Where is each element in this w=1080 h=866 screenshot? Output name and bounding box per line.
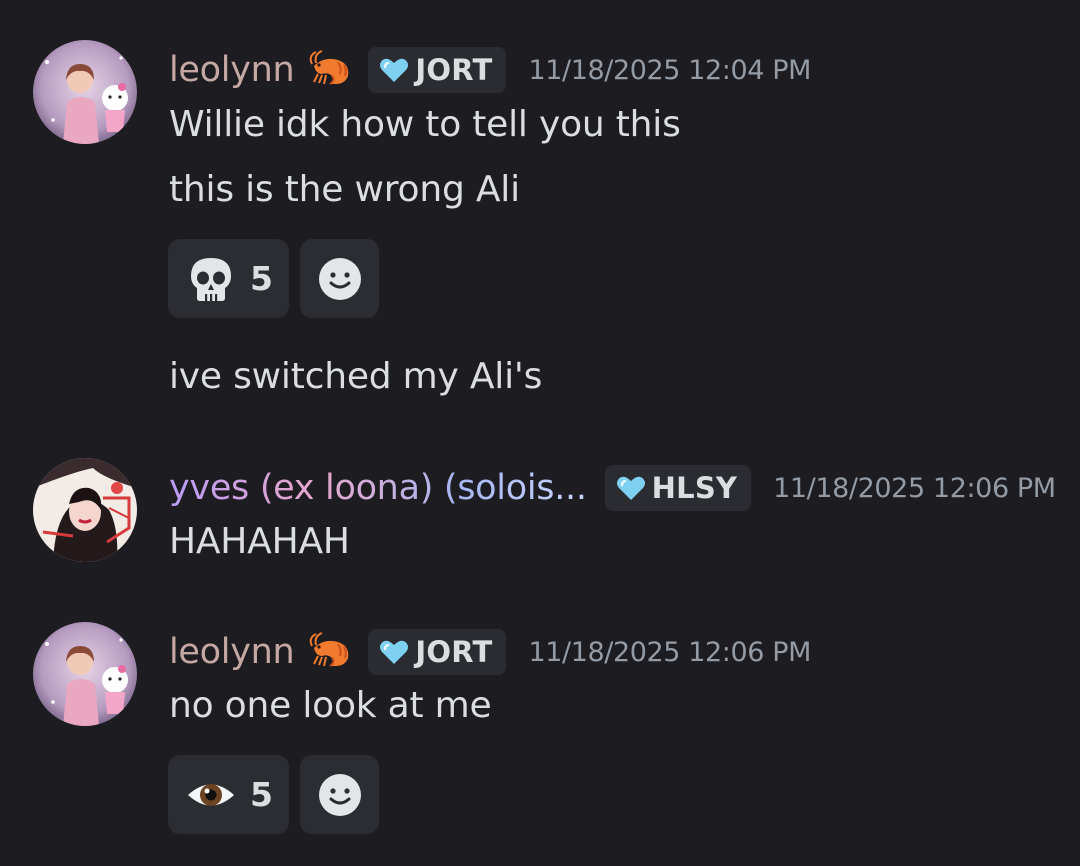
message-header: leolynn JORT 11/18/2025 12:06 PM [169,627,811,677]
timestamp: 11/18/2025 12:04 PM [528,54,812,86]
reaction-button[interactable]: 5 [168,755,289,834]
message-text: ive switched my Ali's [169,356,543,397]
shrimp-icon [310,50,349,85]
server-tag-label: JORT [415,53,493,87]
heart-icon [616,476,645,500]
server-tag[interactable]: JORT [368,47,507,93]
timestamp: 11/18/2025 12:06 PM [773,472,1056,504]
chat-message-list: leolynn JORT 11/18/2025 12:04 PM Willie … [0,0,1080,866]
server-tag[interactable]: HLSY [604,465,752,511]
smiley-icon [318,257,361,300]
message-header: yves (ex loona) (solois... HLSY 11/18/20… [169,463,1056,513]
message-text: this is the wrong Ali [169,169,520,210]
skull-emoji-icon [191,257,231,301]
reaction-count: 5 [250,259,273,298]
reaction-count: 5 [250,775,273,814]
avatar[interactable] [33,40,137,144]
shrimp-icon [310,632,349,667]
eye-emoji-icon [188,783,234,806]
server-tag-label: JORT [415,635,493,669]
server-tag-label: HLSY [651,471,738,505]
username[interactable]: leolynn [169,50,295,90]
add-reaction-button[interactable] [300,239,379,318]
message-text: no one look at me [169,685,492,726]
reaction-button[interactable]: 5 [168,239,289,318]
heart-icon [380,640,409,664]
server-tag[interactable]: JORT [368,629,507,675]
avatar[interactable] [33,458,137,562]
message-text: Willie idk how to tell you this [169,104,681,145]
heart-icon [380,58,409,82]
avatar[interactable] [33,622,137,726]
username[interactable]: yves (ex loona) (solois... [169,468,587,508]
timestamp: 11/18/2025 12:06 PM [528,636,812,668]
smiley-icon [318,773,361,816]
message-text: HAHAHAH [169,521,350,562]
add-reaction-button[interactable] [300,755,379,834]
username[interactable]: leolynn [169,632,295,672]
message-header: leolynn JORT 11/18/2025 12:04 PM [169,45,811,95]
